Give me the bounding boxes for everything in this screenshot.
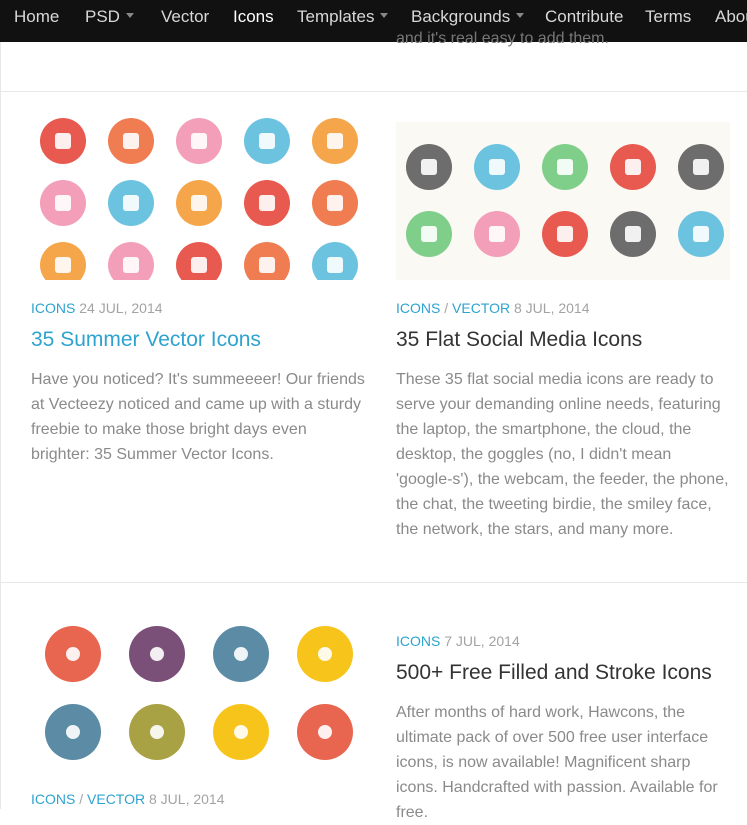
post-thumbnail-food-icons[interactable] xyxy=(31,612,365,780)
post-meta: ICONS / VECTOR 8 JUL, 2014 xyxy=(396,300,590,316)
chevron-down-icon xyxy=(125,13,134,19)
thumbnail-icon xyxy=(40,180,86,226)
nav-psd-label: PSD xyxy=(85,7,120,26)
nav-about[interactable]: About xyxy=(715,0,747,42)
post-meta: ICONS 24 JUL, 2014 xyxy=(31,300,163,316)
thumbnail-icon xyxy=(474,211,520,257)
thumbnail-icon xyxy=(542,144,588,190)
thumbnail-icon xyxy=(312,242,358,280)
post-title[interactable]: 500+ Free Filled and Stroke Icons xyxy=(396,661,712,685)
chevron-down-icon xyxy=(516,13,525,19)
post-date: 24 JUL, 2014 xyxy=(79,300,163,316)
thumbnail-icon xyxy=(213,704,269,760)
thumbnail-icon xyxy=(45,626,101,682)
row-divider xyxy=(0,582,747,583)
post-thumbnail-social-icons[interactable] xyxy=(396,122,730,280)
thumbnail-icon xyxy=(244,180,290,226)
tag-link[interactable]: VECTOR xyxy=(87,791,145,807)
nav-vector[interactable]: Vector xyxy=(161,0,209,42)
thumbnail-icon xyxy=(213,626,269,682)
thumbnail-icon xyxy=(610,144,656,190)
thumbnail-icon xyxy=(678,211,724,257)
post-title[interactable]: 35 Summer Vector Icons xyxy=(31,328,261,352)
thumbnail-icon xyxy=(176,180,222,226)
previous-excerpt-tail: and it's real easy to add them. xyxy=(396,30,609,47)
thumbnail-icon xyxy=(129,704,185,760)
thumbnail-icon xyxy=(108,180,154,226)
post-date: 7 JUL, 2014 xyxy=(444,633,520,649)
nav-templates[interactable]: Templates xyxy=(297,0,389,42)
nav-home[interactable]: Home xyxy=(14,0,59,42)
thumbnail-icon xyxy=(176,118,222,164)
tag-link[interactable]: ICONS xyxy=(31,300,75,316)
thumbnail-icon xyxy=(108,118,154,164)
thumbnail-icon xyxy=(406,144,452,190)
row-divider xyxy=(0,91,747,92)
post-date: 8 JUL, 2014 xyxy=(514,300,590,316)
thumbnail-icon xyxy=(176,242,222,280)
thumbnail-icon xyxy=(40,242,86,280)
thumbnail-icon xyxy=(406,211,452,257)
nav-templates-label: Templates xyxy=(297,7,375,26)
post-excerpt: These 35 flat social media icons are rea… xyxy=(396,371,729,538)
thumbnail-icon xyxy=(297,704,353,760)
chevron-down-icon xyxy=(380,13,389,19)
thumbnail-icon xyxy=(678,144,724,190)
nav-backgrounds-label: Backgrounds xyxy=(411,7,511,26)
thumbnail-icon xyxy=(108,242,154,280)
thumbnail-icon xyxy=(129,626,185,682)
nav-icons[interactable]: Icons xyxy=(233,0,274,42)
thumbnail-icon xyxy=(244,242,290,280)
tag-link[interactable]: VECTOR xyxy=(452,300,510,316)
thumbnail-icon xyxy=(312,118,358,164)
thumbnail-icon xyxy=(40,118,86,164)
post-date: 8 JUL, 2014 xyxy=(149,791,225,807)
thumbnail-icon xyxy=(244,118,290,164)
thumbnail-icon xyxy=(474,144,520,190)
thumbnail-icon xyxy=(542,211,588,257)
nav-terms[interactable]: Terms xyxy=(645,0,691,42)
nav-psd[interactable]: PSD xyxy=(85,0,134,42)
post-title[interactable]: 35 Flat Social Media Icons xyxy=(396,328,642,352)
thumbnail-icon xyxy=(312,180,358,226)
post-meta: ICONS / VECTOR 8 JUL, 2014 xyxy=(31,791,225,807)
tag-link[interactable]: ICONS xyxy=(396,300,440,316)
content-border xyxy=(0,42,1,809)
top-navigation: Home PSD Vector Icons Templates Backgrou… xyxy=(0,0,747,42)
thumbnail-icon xyxy=(610,211,656,257)
tag-link[interactable]: ICONS xyxy=(31,791,75,807)
post-excerpt: After months of hard work, Hawcons, the … xyxy=(396,704,718,821)
post-thumbnail-summer-icons[interactable] xyxy=(31,113,365,280)
post-excerpt: Have you noticed? It's summeeeer! Our fr… xyxy=(31,371,365,463)
thumbnail-icon xyxy=(297,626,353,682)
post-meta: ICONS 7 JUL, 2014 xyxy=(396,633,520,649)
thumbnail-icon xyxy=(45,704,101,760)
tag-link[interactable]: ICONS xyxy=(396,633,440,649)
